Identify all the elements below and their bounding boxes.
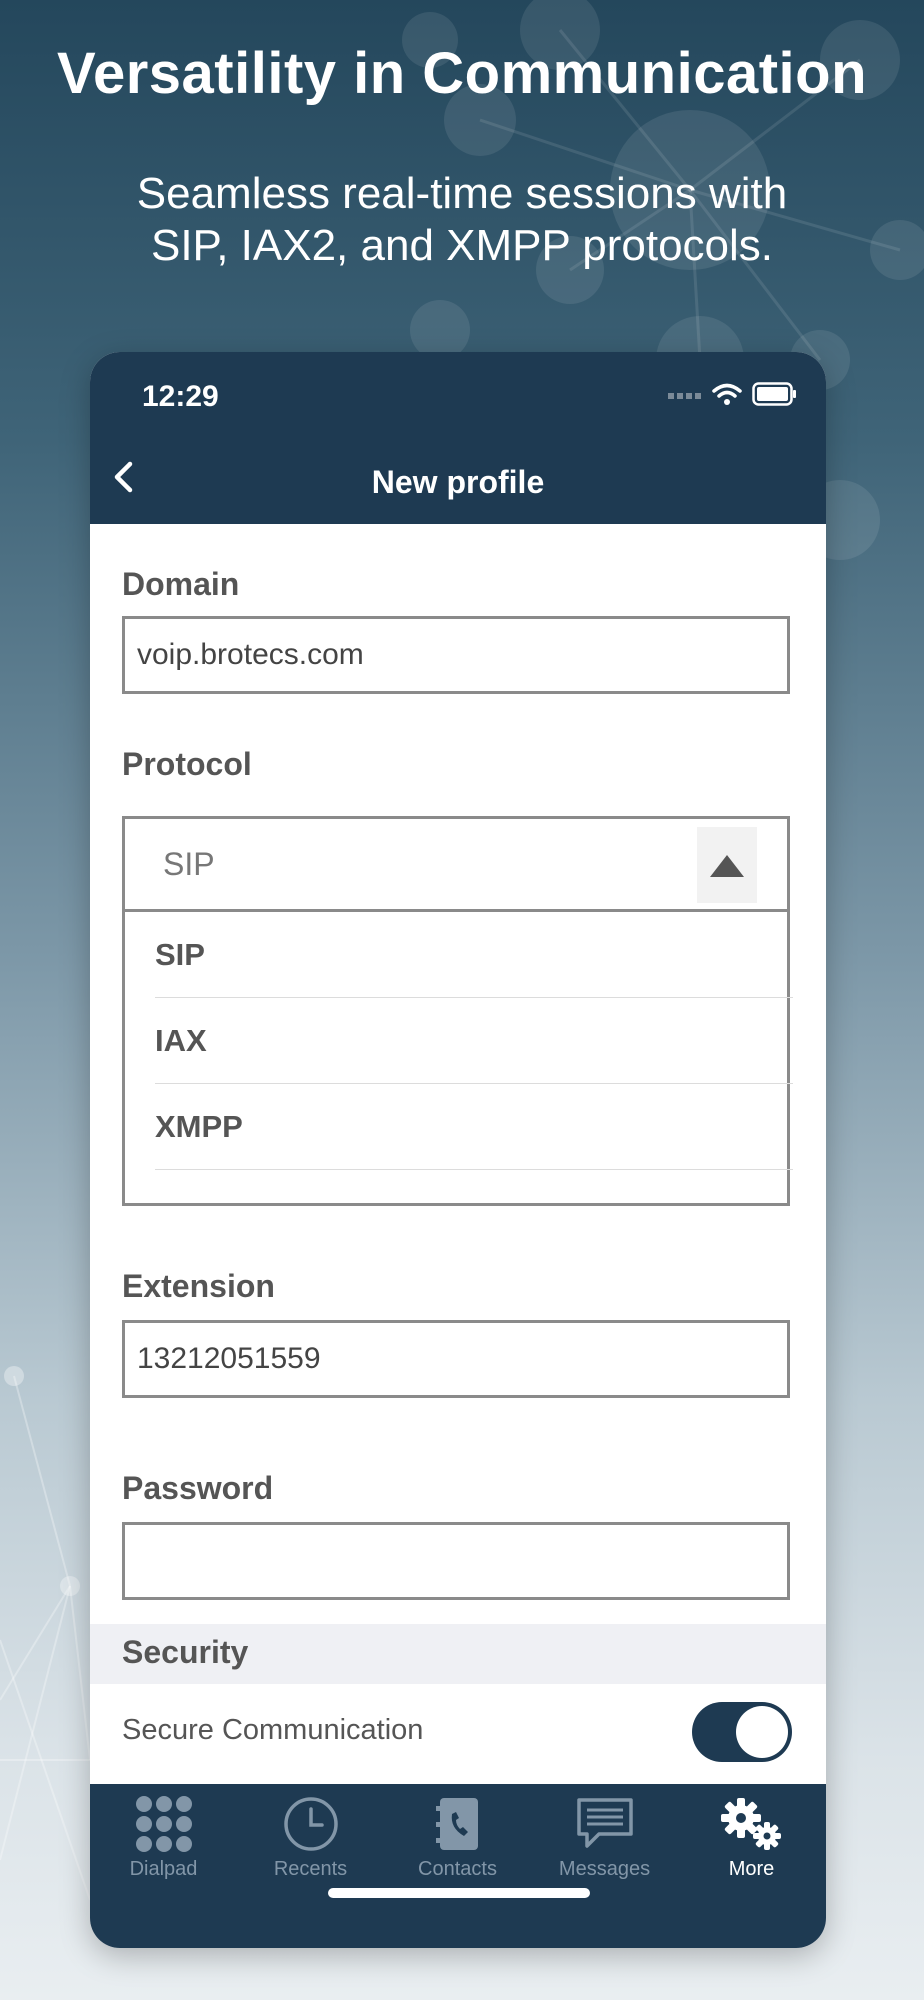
marketing-headline: Versatility in Communication	[56, 41, 868, 106]
tab-more[interactable]: More	[678, 1794, 825, 1884]
contacts-book-icon	[435, 1798, 478, 1850]
secure-communication-row: Secure Communication	[90, 1684, 826, 1784]
domain-field[interactable]: voip.brotecs.com	[122, 616, 790, 694]
protocol-selected-value: SIP	[163, 846, 215, 882]
password-field[interactable]	[122, 1522, 790, 1600]
toggle-knob	[736, 1706, 788, 1758]
message-bubble-icon	[576, 1798, 633, 1848]
tab-label-contacts: Contacts	[418, 1858, 497, 1880]
tab-bar: Dialpad Recents Contacts Messages More	[90, 1784, 826, 1948]
status-time: 12:29	[142, 380, 219, 413]
security-header-label: Security	[122, 1634, 249, 1670]
extension-field[interactable]: 13212051559	[122, 1320, 790, 1398]
home-indicator[interactable]	[328, 1888, 590, 1898]
tab-label-dialpad: Dialpad	[129, 1858, 198, 1880]
dialpad-icon	[135, 1796, 192, 1852]
navigation-bar: 12:29 New profile	[90, 352, 826, 524]
battery-icon	[752, 382, 796, 406]
tab-label-recents: Recents	[273, 1858, 348, 1880]
password-label: Password	[122, 1470, 274, 1506]
tab-contacts[interactable]: Contacts	[384, 1794, 531, 1884]
cellular-signal-icon	[668, 393, 701, 399]
wifi-icon	[712, 383, 742, 405]
clock-icon	[283, 1797, 338, 1851]
protocol-label: Protocol	[122, 746, 252, 782]
tab-label-messages: Messages	[558, 1858, 651, 1880]
extension-label: Extension	[122, 1268, 275, 1304]
page-title: New profile	[371, 464, 545, 500]
tab-dialpad[interactable]: Dialpad	[90, 1794, 237, 1884]
status-icons	[668, 382, 798, 406]
tab-messages[interactable]: Messages	[531, 1794, 678, 1884]
domain-label: Domain	[122, 566, 240, 602]
secure-communication-label: Secure Communication	[122, 1714, 424, 1746]
protocol-option-iax[interactable]: IAX	[155, 998, 793, 1084]
protocol-options-list: SIP IAX XMPP	[122, 912, 793, 1206]
gears-icon	[720, 1798, 781, 1850]
chevron-up-icon[interactable]	[697, 827, 757, 903]
tab-label-more: More	[728, 1858, 775, 1880]
tab-recents[interactable]: Recents	[237, 1794, 384, 1884]
marketing-subline: Seamless real-time sessions with SIP, IA…	[136, 169, 788, 270]
security-section-header: Security	[90, 1624, 826, 1684]
protocol-option-xmpp[interactable]: XMPP	[155, 1084, 793, 1170]
phone-screen: 12:29 New profile Domain voip.brotecs.co…	[90, 352, 826, 1948]
secure-communication-toggle[interactable]	[692, 1702, 792, 1762]
protocol-option-sip[interactable]: SIP	[155, 912, 793, 998]
protocol-select[interactable]: SIP	[122, 816, 790, 912]
